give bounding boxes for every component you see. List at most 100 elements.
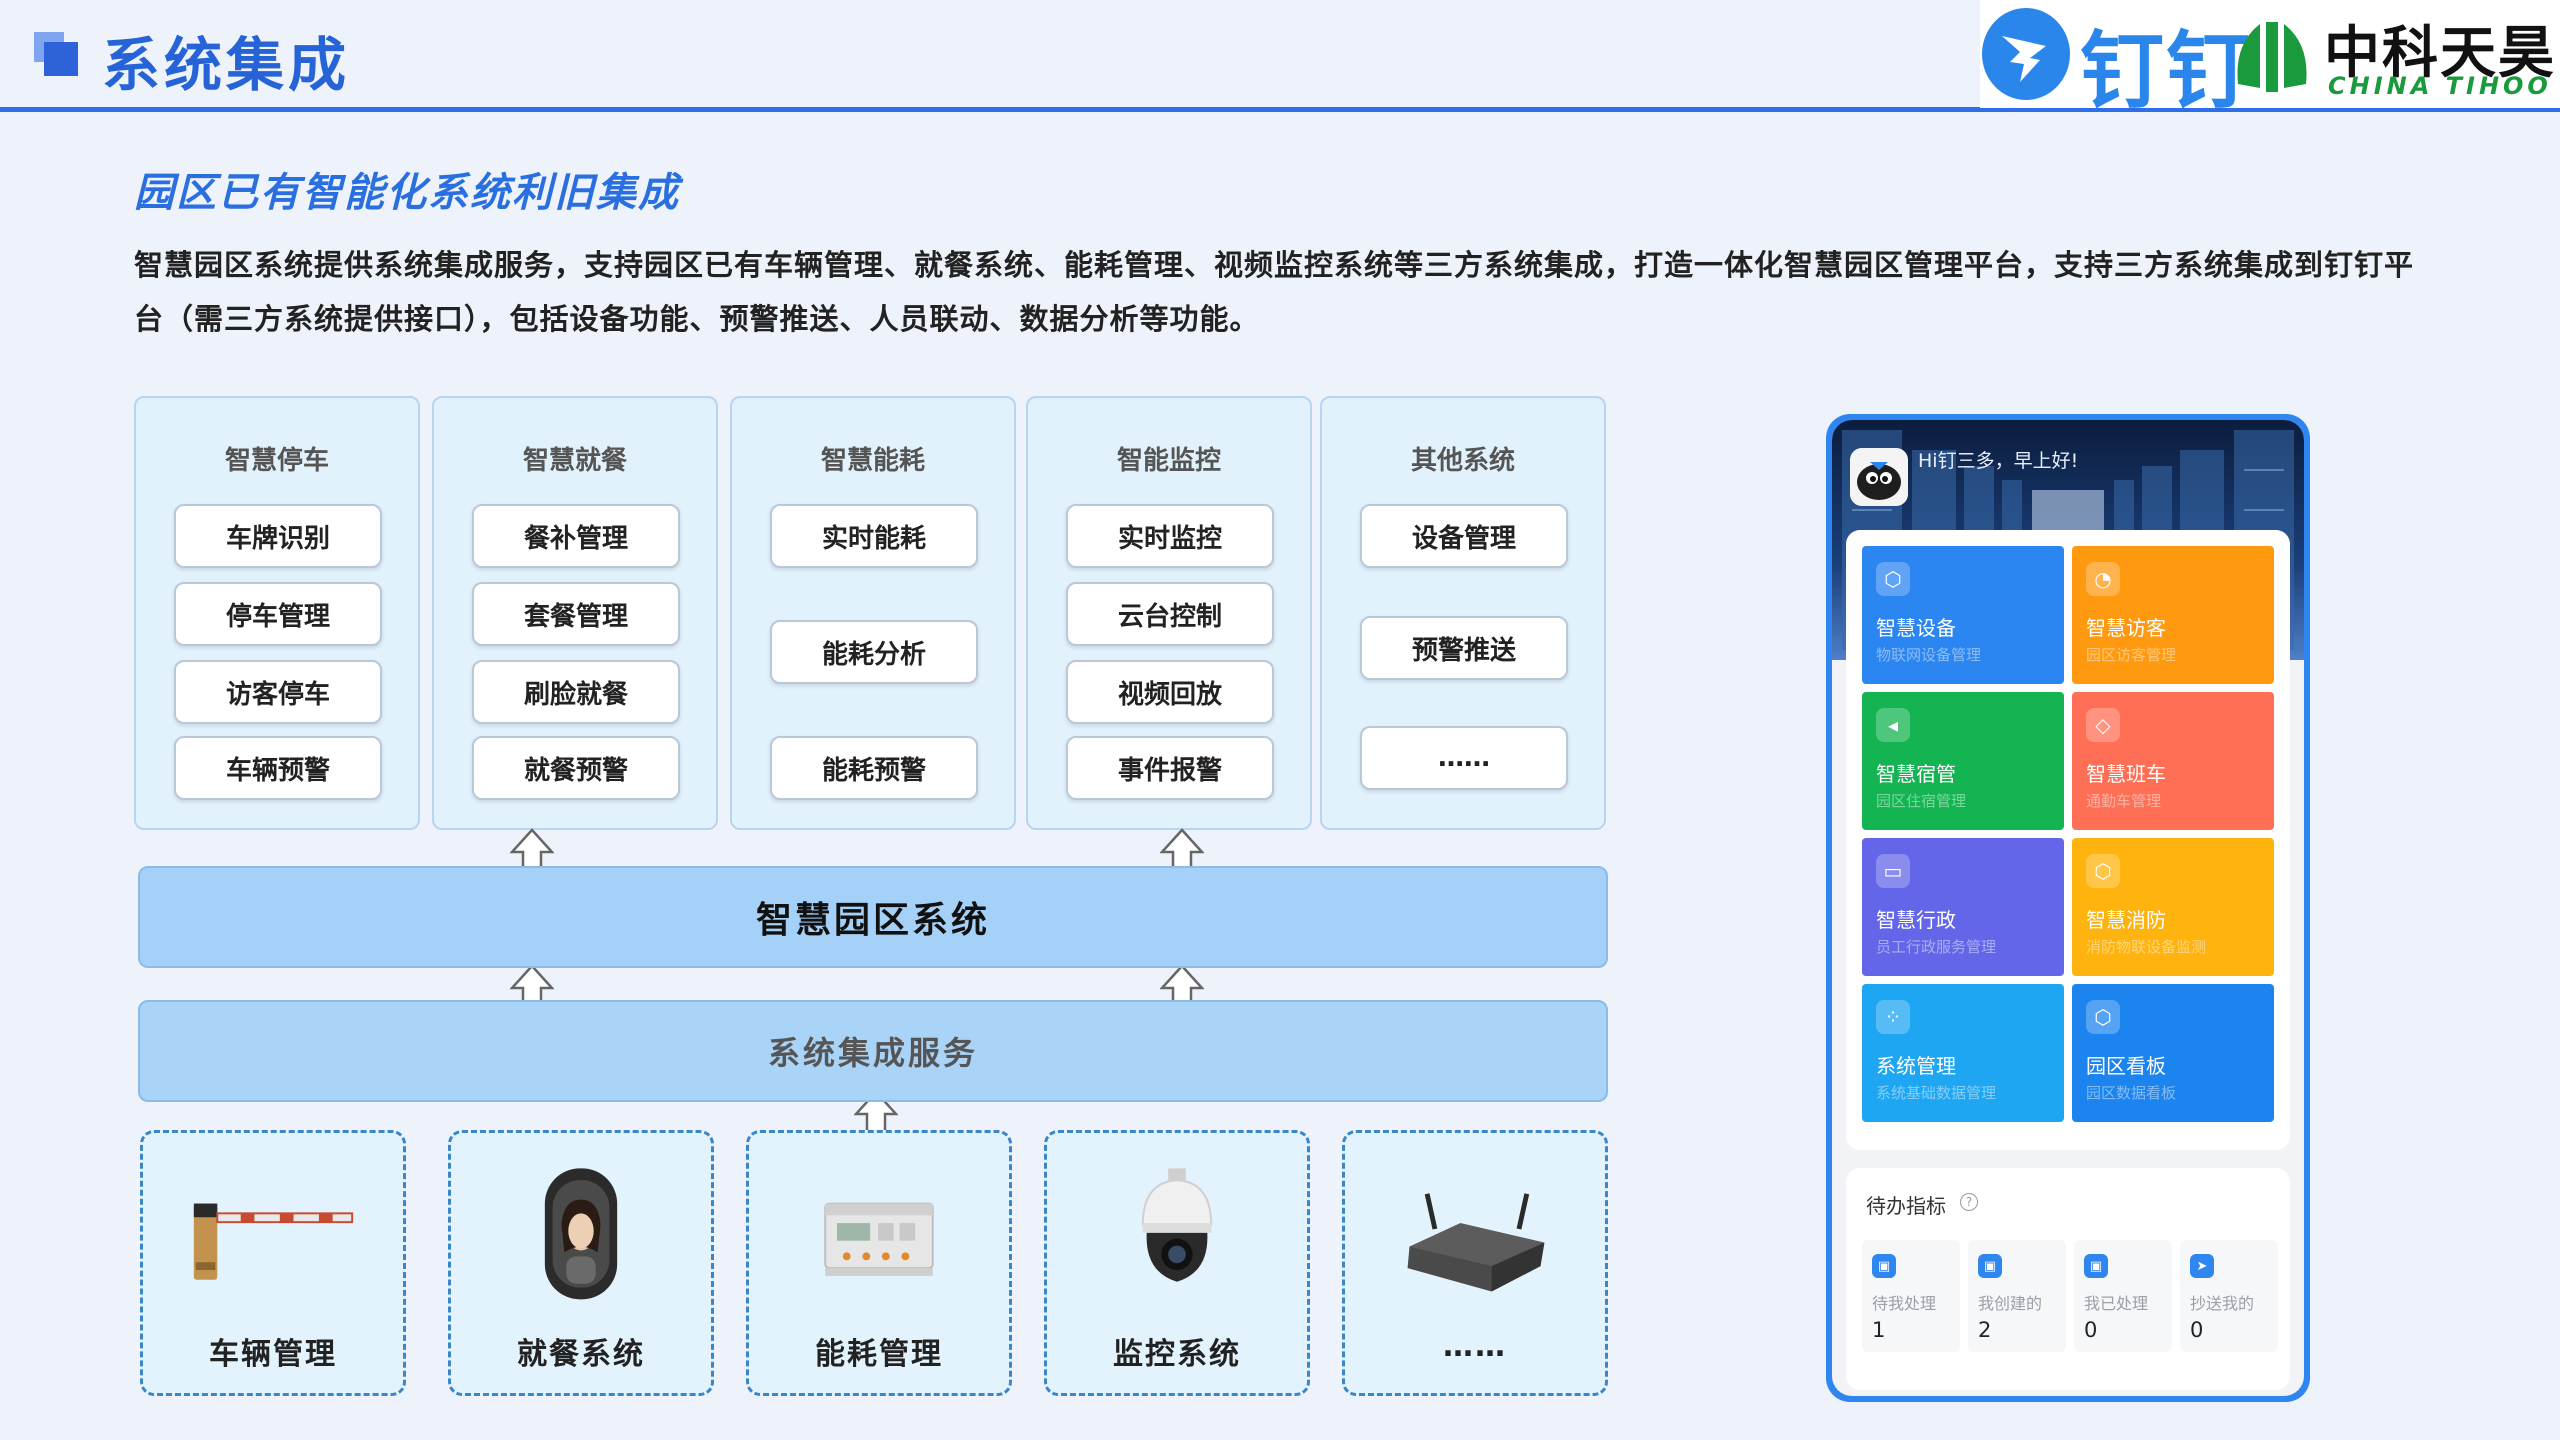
tile-system-management[interactable]: ⁘ 系统管理 系统基础数据管理 [1862,984,2064,1122]
panel-title: 智慧能耗 [820,446,925,476]
feature-pill: 刷脸就餐 [472,660,680,724]
panel-smart-monitoring: 智能监控 实时监控 云台控制 视频回放 事件报警 [1026,396,1312,830]
barrier-gate-icon [193,1203,354,1280]
megaphone-icon: ◂ [1876,708,1910,742]
todo-item-processed[interactable]: ▣ 我已处理 0 [2074,1240,2172,1352]
apps-icon: ⁘ [1876,1000,1910,1034]
feature-pill: 车牌识别 [174,504,382,568]
tile-park-dashboard[interactable]: ⬡ 园区看板 园区数据看板 [2072,984,2274,1122]
cube-icon: ⬡ [1876,562,1910,596]
todo-label: 我创建的 [1978,1294,2043,1313]
diamond-icon: ◇ [2086,708,2120,742]
section-title: 园区已有智能化系统利旧集成 [134,170,680,216]
send-icon: ➤ [2190,1254,2214,1278]
task-icon: ▣ [1872,1254,1896,1278]
dingtalk-wordmark: 钉钉 [2080,22,2253,120]
tile-smart-dorm[interactable]: ◂ 智慧宿管 园区住宿管理 [1862,692,2064,830]
device-label: 能耗管理 [815,1337,943,1372]
help-icon[interactable]: ? [1960,1193,1978,1211]
tile-sub: 园区住宿管理 [1876,792,1967,810]
panel-title: 智慧就餐 [522,446,627,476]
device-label: 车辆管理 [209,1337,337,1372]
company-logo-icon [2237,22,2307,92]
phone-mockup: Hi钉三多，早上好! ⬡ 智慧设备 物联网设备管理 ◔ 智慧访客 园区访客管理 … [1826,414,2310,1402]
feature-pill: 视频回放 [1066,660,1274,724]
feature-pill: 云台控制 [1066,582,1274,646]
smart-park-system-bar: 智慧园区系统 [138,866,1608,968]
company-name-en: CHINA TIHOO [2328,72,2552,100]
task-icon: ▣ [1978,1254,2002,1278]
feature-pill: 就餐预警 [472,736,680,800]
intro-text: 智慧园区系统提供系统集成服务，支持园区已有车辆管理、就餐系统、能耗管理、视频监控… [134,248,2415,336]
feature-pill: 套餐管理 [472,582,680,646]
panel-smart-parking: 智慧停车 车牌识别 停车管理 访客停车 车辆预警 [134,396,420,830]
todo-indicators: 待办指标 ? ▣ 待我处理 1 ▣ 我创建的 2 ▣ 我已处理 0 ➤ 抄送我的… [1846,1168,2290,1390]
todo-label: 待我处理 [1872,1294,1937,1313]
feature-pill: 能耗分析 [770,620,978,684]
feature-pill: 预警推送 [1360,616,1568,680]
power-meter-icon [824,1202,934,1276]
todo-item-pending[interactable]: ▣ 待我处理 1 [1862,1240,1960,1352]
device-label: 就餐系统 [517,1337,645,1372]
avatar [1850,448,1908,506]
device-label: …… [1443,1329,1507,1364]
tile-name: 智慧宿管 [1876,762,1956,786]
feature-pill: 设备管理 [1360,504,1568,568]
panel-other-systems: 其他系统 设备管理 预警推送 …… [1320,396,1606,830]
tile-smart-visitor[interactable]: ◔ 智慧访客 园区访客管理 [2072,546,2274,684]
todo-item-cc[interactable]: ➤ 抄送我的 0 [2180,1240,2278,1352]
cube-icon: ⬡ [2086,854,2120,888]
todo-item-created[interactable]: ▣ 我创建的 2 [1968,1240,2066,1352]
tile-name: 系统管理 [1876,1054,1956,1078]
todo-title: 待办指标 [1866,1194,1946,1218]
page-title: 系统集成 [102,31,351,99]
header-bar: 系统集成 钉钉 中科天昊 CHINA TIHOO [0,0,2560,120]
feature-pill: 访客停车 [174,660,382,724]
tile-name: 智慧班车 [2086,762,2166,786]
cube-icon: ⬡ [2086,1000,2120,1034]
feature-pill: 停车管理 [174,582,382,646]
panel-title: 其他系统 [1410,446,1515,476]
panel-title: 智能监控 [1116,446,1221,476]
tile-sub: 园区数据看板 [2086,1084,2177,1102]
todo-count: 0 [2084,1318,2098,1342]
todo-label: 我已处理 [2084,1294,2149,1313]
greeting-text: Hi钉三多，早上好! [1918,450,2079,472]
todo-count: 1 [1872,1318,1886,1342]
panel-smart-energy: 智慧能耗 实时能耗 能耗分析 能耗预警 [730,396,1016,830]
tile-smart-shuttle[interactable]: ◇ 智慧班车 通勤车管理 [2072,692,2274,830]
device-energy-management: 能耗管理 [746,1130,1012,1396]
tile-name: 智慧访客 [2086,616,2166,640]
dingtalk-logo-icon [1982,8,2070,100]
tile-sub: 系统基础数据管理 [1876,1084,1997,1102]
tile-name: 园区看板 [2086,1054,2166,1078]
todo-label: 抄送我的 [2190,1294,2255,1313]
user-icon: ◔ [2086,562,2120,596]
feature-pill: …… [1360,726,1568,790]
dome-camera-icon [1141,1168,1213,1282]
logo-area: 钉钉 中科天昊 CHINA TIHOO [1980,0,2560,120]
device-other: …… [1342,1130,1608,1396]
phone-screen: Hi钉三多，早上好! ⬡ 智慧设备 物联网设备管理 ◔ 智慧访客 园区访客管理 … [1832,420,2304,1396]
feature-pill: 实时监控 [1066,504,1274,568]
monitor-icon: ▭ [1876,854,1910,888]
device-dining-system: 就餐系统 [448,1130,714,1396]
panel-smart-dining: 智慧就餐 餐补管理 套餐管理 刷脸就餐 就餐预警 [432,396,718,830]
tile-sub: 物联网设备管理 [1876,646,1982,664]
feature-pill: 餐补管理 [472,504,680,568]
tile-sub: 园区访客管理 [2086,646,2177,664]
tile-name: 智慧消防 [2086,908,2166,932]
todo-count: 0 [2190,1318,2204,1342]
tile-smart-device[interactable]: ⬡ 智慧设备 物联网设备管理 [1862,546,2064,684]
tile-name: 智慧行政 [1876,908,1956,932]
device-vehicle-management: 车辆管理 [140,1130,406,1396]
feature-pill: 实时能耗 [770,504,978,568]
tile-smart-admin[interactable]: ▭ 智慧行政 员工行政服务管理 [1862,838,2064,976]
tile-sub: 消防物联设备监测 [2086,938,2207,956]
task-icon: ▣ [2084,1254,2108,1278]
feature-pill: 事件报警 [1066,736,1274,800]
router-icon [1407,1193,1545,1292]
feature-pill: 能耗预警 [770,736,978,800]
tile-smart-fire[interactable]: ⬡ 智慧消防 消防物联设备监测 [2072,838,2274,976]
device-monitoring-system: 监控系统 [1044,1130,1310,1396]
